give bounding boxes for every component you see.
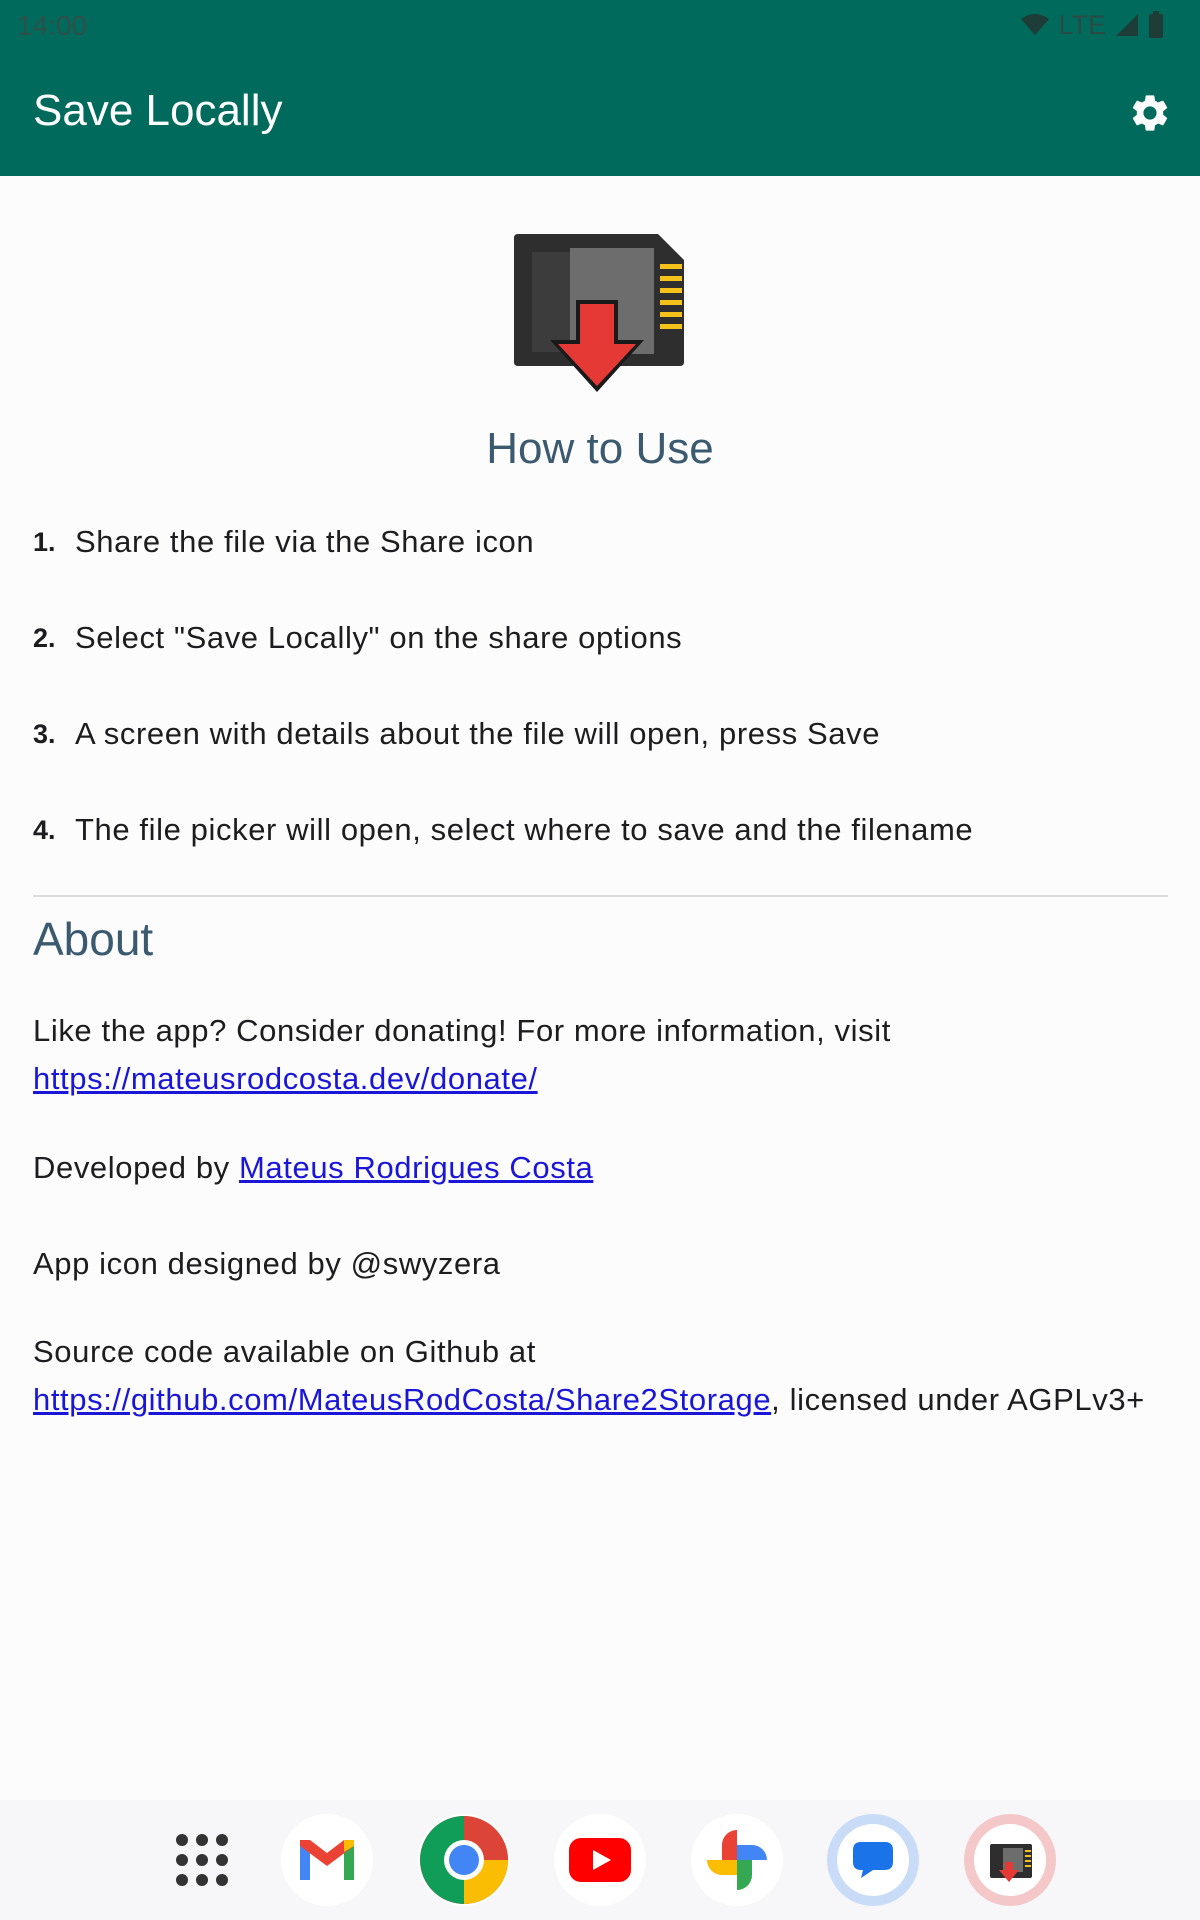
- chrome-app[interactable]: [418, 1814, 510, 1906]
- developer-paragraph: Developed by Mateus Rodrigues Costa: [33, 1144, 1163, 1192]
- gmail-app[interactable]: [281, 1814, 373, 1906]
- step-text: Select "Save Locally" on the share optio…: [75, 620, 683, 655]
- save-locally-app[interactable]: [964, 1814, 1056, 1906]
- donate-link[interactable]: https://mateusrodcosta.dev/donate/: [33, 1061, 538, 1096]
- divider: [33, 895, 1168, 897]
- license-text: , licensed under AGPLv3+: [771, 1382, 1145, 1417]
- gmail-icon: [300, 1840, 354, 1880]
- photos-app[interactable]: [691, 1814, 783, 1906]
- settings-button[interactable]: [1122, 85, 1178, 141]
- app-title: Save Locally: [33, 86, 283, 135]
- step-number: 4.: [33, 814, 56, 845]
- about-title: About: [33, 913, 154, 965]
- photos-icon: [707, 1830, 767, 1890]
- step-number: 2.: [33, 622, 56, 653]
- step-item: 4. The file picker will open, select whe…: [33, 800, 1173, 860]
- app-drawer-icon: [176, 1834, 228, 1886]
- donate-paragraph: Like the app? Consider donating! For mor…: [33, 1007, 1163, 1103]
- messages-icon: [837, 1824, 909, 1896]
- developed-by-label: Developed by: [33, 1150, 230, 1185]
- developer-link[interactable]: Mateus Rodrigues Costa: [239, 1150, 593, 1185]
- signal-icon: [1116, 14, 1138, 36]
- how-to-use-title: How to Use: [486, 424, 714, 473]
- icon-credit: App icon designed by @swyzera: [33, 1246, 501, 1281]
- step-item: 1. Share the file via the Share icon: [33, 512, 1173, 572]
- dock: [0, 1800, 1200, 1920]
- chrome-icon: [420, 1816, 508, 1904]
- step-item: 2. Select "Save Locally" on the share op…: [33, 608, 1173, 668]
- save-locally-logo: [514, 234, 684, 392]
- step-item: 3. A screen with details about the file …: [33, 704, 1173, 764]
- status-icons: LTE: [1020, 8, 1164, 42]
- wifi-icon: [1021, 14, 1050, 35]
- step-number: 1.: [33, 526, 56, 557]
- gear-icon: [1132, 95, 1168, 131]
- save-locally-icon: [974, 1824, 1046, 1896]
- source-paragraph: Source code available on Github at https…: [33, 1328, 1163, 1424]
- battery-icon: [1149, 11, 1163, 38]
- network-type: LTE: [1058, 9, 1106, 40]
- messages-app[interactable]: [827, 1814, 919, 1906]
- donate-text: Like the app? Consider donating! For mor…: [33, 1013, 891, 1048]
- step-text: A screen with details about the file wil…: [75, 716, 881, 751]
- app-drawer-button[interactable]: [156, 1814, 248, 1906]
- source-link[interactable]: https://github.com/MateusRodCosta/Share2…: [33, 1382, 771, 1417]
- status-time: 14:00: [17, 10, 88, 41]
- step-text: Share the file via the Share icon: [75, 524, 535, 559]
- youtube-app[interactable]: [554, 1814, 646, 1906]
- step-number: 3.: [33, 718, 56, 749]
- step-text: The file picker will open, select where …: [75, 812, 974, 847]
- status-bar: 14:00 LTE: [0, 0, 1200, 50]
- app-bar: Save Locally: [0, 50, 1200, 176]
- youtube-icon: [569, 1838, 631, 1882]
- source-text: Source code available on Github at: [33, 1334, 536, 1369]
